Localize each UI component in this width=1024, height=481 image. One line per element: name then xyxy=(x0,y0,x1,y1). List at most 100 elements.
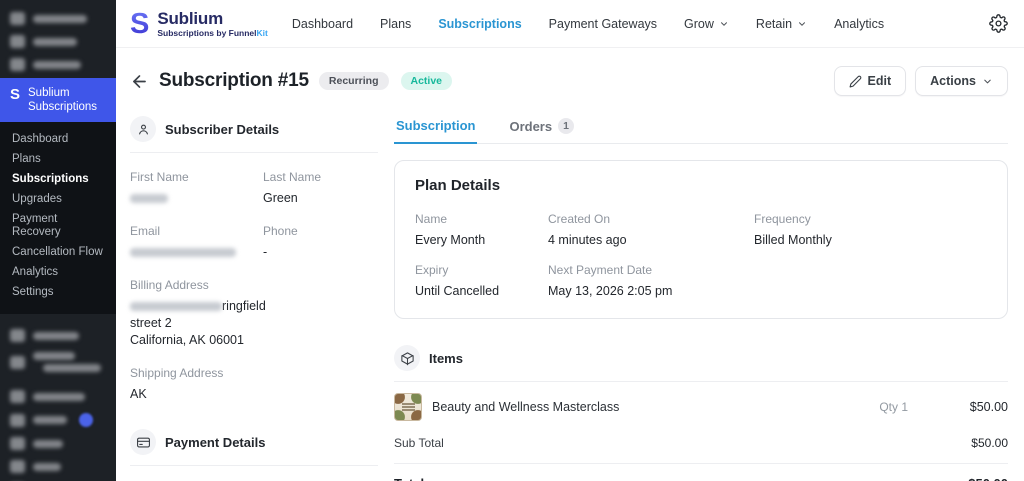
product-qty: Qty 1 xyxy=(879,400,908,414)
redacted-menu-icon xyxy=(10,390,25,403)
subscription-detail-panel: Subscription Orders 1 Plan Details Name … xyxy=(394,116,1008,481)
items-header: Items xyxy=(394,345,1008,371)
redacted-text xyxy=(130,302,222,312)
wp-submenu-payment-recovery[interactable]: Payment Recovery xyxy=(0,209,116,242)
redacted-menu-icon xyxy=(10,413,25,427)
redacted-menu-icon xyxy=(10,12,25,25)
redacted-text xyxy=(130,248,236,258)
redacted-menu-icon xyxy=(10,355,25,369)
wp-menu-item-redacted[interactable] xyxy=(0,455,116,478)
chevron-down-icon xyxy=(720,21,727,26)
recurring-badge: Recurring xyxy=(318,72,389,90)
field-created-on: Created On 4 minutes ago xyxy=(548,212,627,247)
redacted-text xyxy=(33,392,85,401)
wp-menu-item-label: Sublium Subscriptions xyxy=(28,87,98,113)
field-shipping-address: Shipping Address AK xyxy=(130,366,224,401)
nav-grow[interactable]: Grow xyxy=(684,17,729,31)
credit-card-icon xyxy=(130,429,156,455)
wp-menu-item-sublium-subscriptions[interactable]: S Sublium Subscriptions xyxy=(0,78,116,122)
payment-details-header: Payment Details xyxy=(130,429,378,455)
wp-submenu-upgrades[interactable]: Upgrades xyxy=(0,189,116,209)
wp-submenu-dashboard[interactable]: Dashboard xyxy=(0,129,116,149)
brand-text: Sublium Subscriptions by FunnelKit xyxy=(157,10,268,38)
main-content: S Sublium Subscriptions by FunnelKit Das… xyxy=(116,0,1024,481)
redacted-text xyxy=(33,439,63,448)
sublium-logo-icon: S xyxy=(10,86,21,103)
subtotal-row: Sub Total $50.00 xyxy=(394,436,1008,450)
payment-details-panel: Payment Details Payment Method Credit Ca… xyxy=(130,429,378,481)
subscriber-details-header: Subscriber Details xyxy=(130,116,378,142)
tab-subscription[interactable]: Subscription xyxy=(394,116,478,144)
nav-dashboard[interactable]: Dashboard xyxy=(292,17,353,31)
redacted-text xyxy=(33,37,77,46)
plan-fields: Name Every Month Created On 4 minutes ag… xyxy=(415,198,987,300)
product-name: Beauty and Wellness Masterclass xyxy=(432,400,620,414)
item-row: Beauty and Wellness Masterclass Qty 1 $5… xyxy=(394,382,1008,432)
wp-submenu: Dashboard Plans Subscriptions Upgrades P… xyxy=(0,122,116,314)
redacted-text xyxy=(130,194,168,204)
wp-menu-item-redacted[interactable] xyxy=(0,347,116,377)
redacted-text xyxy=(33,462,61,471)
total-row: Total $50.00 xyxy=(394,464,1008,481)
nav-payment-gateways[interactable]: Payment Gateways xyxy=(549,17,657,31)
redacted-menu-icon xyxy=(10,58,25,71)
page-title: Subscription #15 xyxy=(159,70,309,91)
field-phone: Phone - xyxy=(263,224,298,259)
brand-tagline: Subscriptions by FunnelKit xyxy=(157,27,268,38)
wp-submenu-analytics[interactable]: Analytics xyxy=(0,262,116,282)
status-badge: Active xyxy=(400,72,453,90)
subscription-page: Subscription #15 Recurring Active Edit A… xyxy=(116,48,1024,481)
redacted-text xyxy=(33,60,81,69)
redacted-menu-icon xyxy=(10,329,25,342)
product-thumbnail xyxy=(394,393,422,421)
nav-plans[interactable]: Plans xyxy=(380,17,411,31)
back-button[interactable] xyxy=(130,72,149,91)
actions-button[interactable]: Actions xyxy=(915,66,1008,96)
wp-submenu-cancellation-flow[interactable]: Cancellation Flow xyxy=(0,242,116,262)
wp-submenu-subscriptions[interactable]: Subscriptions xyxy=(0,169,116,189)
section-title: Payment Details xyxy=(165,434,266,450)
field-first-name: First Name xyxy=(130,153,263,207)
user-icon xyxy=(130,116,156,142)
wp-menu-item-redacted[interactable] xyxy=(0,432,116,455)
field-card: Card 42 Expiry: 03 / 2062 xyxy=(263,466,378,481)
nav-retain[interactable]: Retain xyxy=(756,17,807,31)
top-navigation: Dashboard Plans Subscriptions Payment Ga… xyxy=(292,17,884,31)
nav-analytics[interactable]: Analytics xyxy=(834,17,884,31)
wp-menu-item-redacted[interactable] xyxy=(0,30,116,53)
wp-menu-item-redacted[interactable] xyxy=(0,53,116,76)
chevron-down-icon xyxy=(799,21,806,26)
redacted-menu-icon xyxy=(10,437,25,450)
arrow-left-icon xyxy=(133,74,146,88)
field-frequency: Frequency Billed Monthly xyxy=(754,212,832,247)
sublium-brand[interactable]: S Sublium Subscriptions by FunnelKit xyxy=(130,7,268,40)
wp-menu-item-redacted[interactable] xyxy=(0,385,116,408)
field-expiry: Expiry Until Cancelled xyxy=(415,263,500,298)
redacted-text xyxy=(33,416,67,424)
brand-name: Sublium xyxy=(157,8,223,28)
wp-sidebar-bottom xyxy=(0,314,116,481)
wp-sidebar-top xyxy=(0,0,116,78)
wp-submenu-settings[interactable]: Settings xyxy=(0,282,116,302)
tab-orders[interactable]: Orders 1 xyxy=(507,116,576,143)
orders-count-badge: 1 xyxy=(558,118,575,134)
field-email: Email xyxy=(130,207,263,261)
detail-tabs: Subscription Orders 1 xyxy=(394,116,1008,144)
wp-submenu-plans[interactable]: Plans xyxy=(0,149,116,169)
product-amount: $50.00 xyxy=(969,400,1008,414)
plan-details-title: Plan Details xyxy=(415,177,501,194)
nav-subscriptions[interactable]: Subscriptions xyxy=(438,17,521,31)
redacted-text xyxy=(33,352,101,372)
settings-button[interactable] xyxy=(989,14,1008,33)
sublium-logo-icon: S xyxy=(130,7,150,40)
field-billing-address: Billing Address ringfield street 2 Calif… xyxy=(130,278,266,347)
update-count-badge xyxy=(79,413,93,427)
redacted-menu-icon xyxy=(10,35,25,48)
pencil-icon xyxy=(849,75,861,87)
wp-menu-item-redacted[interactable] xyxy=(0,7,116,30)
payment-fields: Payment Method Credit Card (Stripe) Card… xyxy=(130,466,378,481)
section-title: Subscriber Details xyxy=(165,121,280,137)
wp-menu-item-redacted[interactable] xyxy=(0,324,116,347)
edit-button[interactable]: Edit xyxy=(833,66,907,96)
wp-menu-item-redacted[interactable] xyxy=(0,408,116,432)
